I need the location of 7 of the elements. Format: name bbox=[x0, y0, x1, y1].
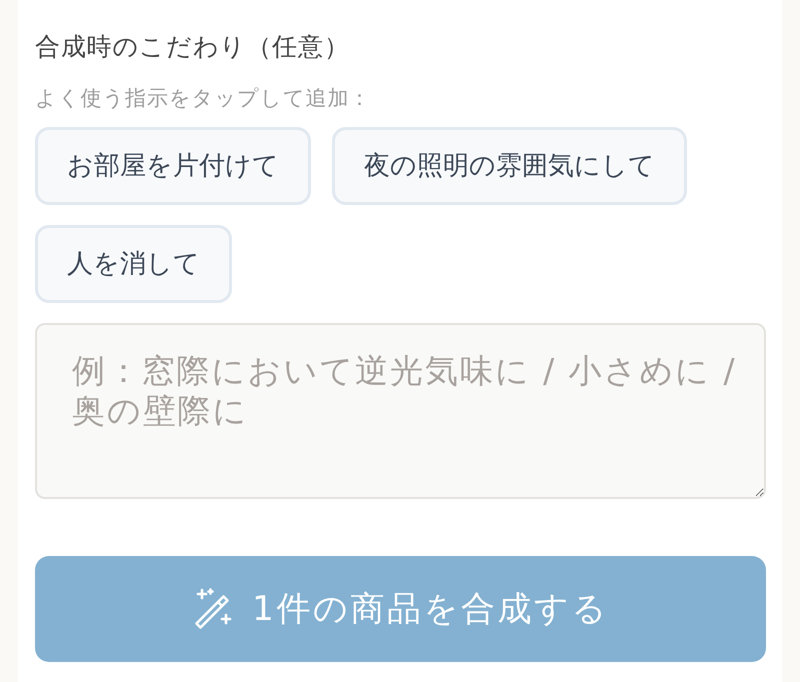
suggestion-chip[interactable]: 人を消して bbox=[35, 225, 232, 303]
suggestion-chip[interactable]: 夜の照明の雰囲気にして bbox=[332, 127, 687, 205]
hint-text: よく使う指示をタップして追加： bbox=[35, 85, 372, 112]
suggestion-chip[interactable]: お部屋を片付けて bbox=[35, 127, 311, 205]
section-title: 合成時のこだわり（任意） bbox=[35, 31, 351, 63]
magic-wand-icon bbox=[192, 588, 234, 630]
instructions-field[interactable]: 例：窓際において逆光気味に / 小さめに / 奥の壁際に bbox=[35, 323, 766, 499]
